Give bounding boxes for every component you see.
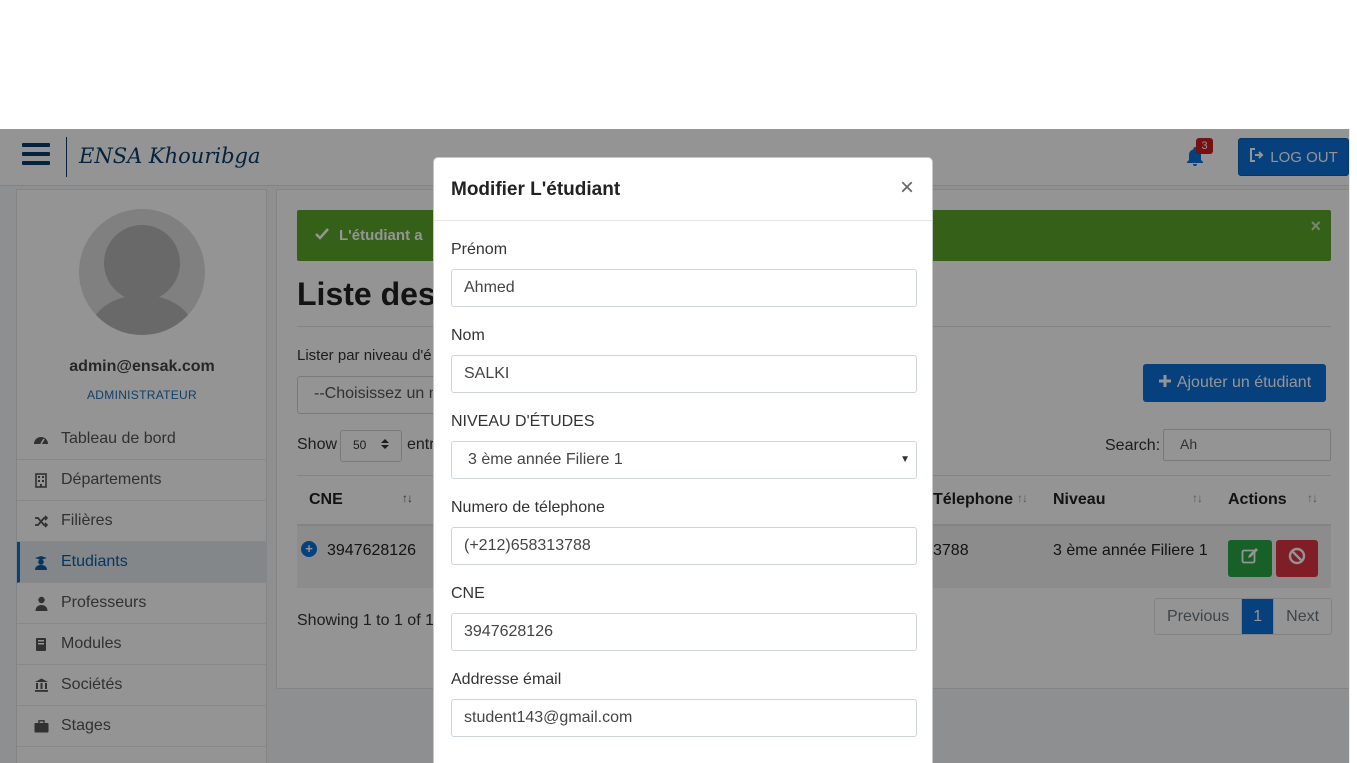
email-label: Addresse émail <box>451 671 562 688</box>
niveau-select[interactable]: 3 ème année Filiere 1 ▼ <box>451 441 917 479</box>
edit-student-modal: Modifier L'étudiant × Prénom Ahmed Nom S… <box>433 157 933 763</box>
telephone-label: Numero de télephone <box>451 499 605 516</box>
close-icon[interactable]: × <box>900 176 914 200</box>
niveau-label: NIVEAU D'ÉTUDES <box>451 413 595 430</box>
niveau-selected-value: 3 ème année Filiere 1 <box>468 451 623 468</box>
cne-label: CNE <box>451 585 485 602</box>
prenom-label: Prénom <box>451 241 508 258</box>
scrollbar[interactable] <box>1349 129 1357 763</box>
cne-input[interactable]: 3947628126 <box>451 613 917 651</box>
modal-header: Modifier L'étudiant × <box>434 158 932 221</box>
nom-input[interactable]: SALKI <box>451 355 917 393</box>
telephone-input[interactable]: (+212)658313788 <box>451 527 917 565</box>
modal-title: Modifier L'étudiant <box>451 179 621 200</box>
prenom-input[interactable]: Ahmed <box>451 269 917 307</box>
chevron-down-icon: ▼ <box>900 454 910 465</box>
email-input[interactable]: student143@gmail.com <box>451 699 917 737</box>
nom-label: Nom <box>451 327 485 344</box>
